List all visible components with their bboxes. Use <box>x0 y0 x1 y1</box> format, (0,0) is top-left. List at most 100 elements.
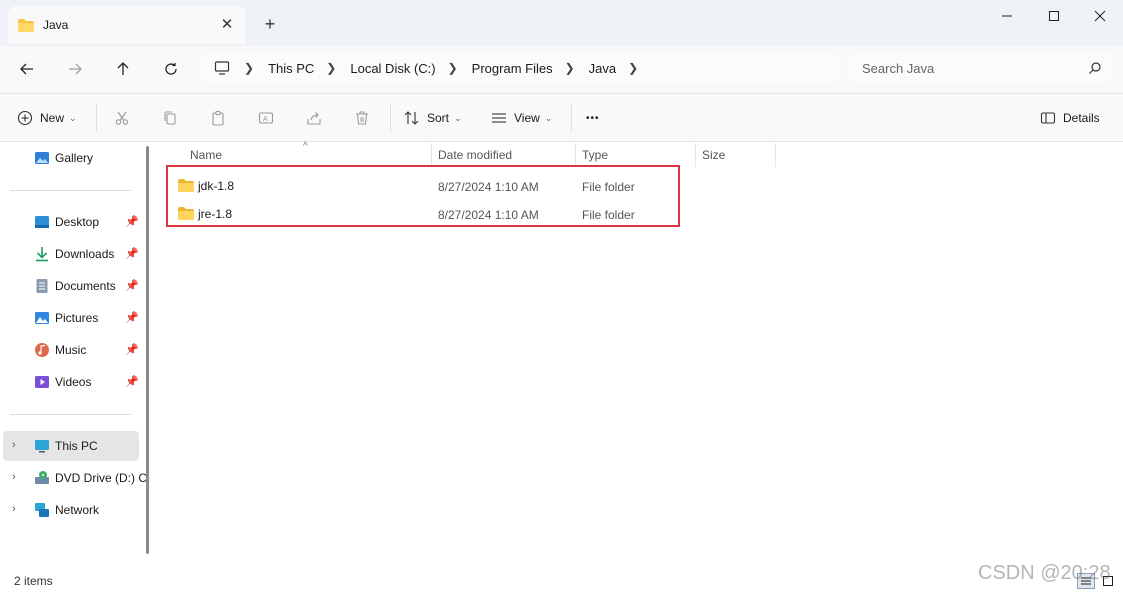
pin-icon: 📌 <box>125 344 139 356</box>
cut-icon[interactable] <box>112 108 132 128</box>
column-header-type[interactable]: Type <box>576 143 695 167</box>
delete-icon[interactable] <box>352 108 372 128</box>
sidebar-item-videos[interactable]: Videos 📌 <box>0 367 140 397</box>
divider <box>10 414 131 415</box>
details-button[interactable]: Details <box>1040 106 1100 130</box>
share-icon[interactable] <box>304 108 324 128</box>
arrow-up-icon <box>117 62 129 75</box>
sidebar-item-label: Network <box>55 503 100 517</box>
chevron-right-icon[interactable]: ❯ <box>448 61 458 75</box>
sidebar-item-label: Documents <box>55 279 116 293</box>
network-icon <box>35 503 49 517</box>
chevron-down-icon: ⌄ <box>454 112 462 123</box>
breadcrumb-java[interactable]: Java <box>589 61 616 76</box>
sidebar-item-desktop[interactable]: Desktop 📌 <box>0 207 140 237</box>
sidebar-item-dvd-drive[interactable]: › DVD Drive (D:) C <box>0 463 147 493</box>
up-button[interactable] <box>110 56 136 82</box>
sidebar-item-gallery[interactable]: Gallery <box>0 143 140 173</box>
breadcrumb-local-disk[interactable]: Local Disk (C:) <box>350 61 435 76</box>
view-list-icon <box>492 113 506 123</box>
minimize-icon <box>1002 15 1012 17</box>
copy-icon[interactable] <box>160 108 180 128</box>
chevron-down-icon: ⌄ <box>69 112 77 123</box>
refresh-icon <box>165 63 177 75</box>
gallery-icon <box>35 152 49 164</box>
computer-icon <box>214 61 230 75</box>
pin-icon: 📌 <box>125 280 139 292</box>
chevron-right-icon[interactable]: ❯ <box>628 61 638 75</box>
music-icon <box>35 343 49 357</box>
divider <box>390 104 391 132</box>
status-bar: 2 items <box>0 568 1123 592</box>
back-button[interactable] <box>14 56 40 82</box>
chevron-right-icon[interactable]: ❯ <box>565 61 575 75</box>
minimize-button[interactable] <box>995 5 1019 27</box>
search-box[interactable] <box>850 52 1112 84</box>
plus-circle-icon <box>17 110 33 126</box>
sort-label: Sort <box>427 111 450 125</box>
close-icon <box>1094 10 1106 22</box>
address-bar[interactable]: ❯ This PC ❯ Local Disk (C:) ❯ Program Fi… <box>202 52 838 84</box>
arrow-right-icon <box>69 63 82 75</box>
chevron-right-icon[interactable]: ❯ <box>326 61 336 75</box>
item-count: 2 items <box>14 574 53 588</box>
sidebar-item-pictures[interactable]: Pictures 📌 <box>0 303 140 333</box>
column-header-date[interactable]: Date modified <box>432 143 575 167</box>
sidebar-item-network[interactable]: › Network <box>0 495 140 525</box>
pin-icon: 📌 <box>125 376 139 388</box>
command-bar: New ⌄ A Sort ⌄ View ⌄ ••• Details <box>0 94 1123 142</box>
pictures-icon <box>35 312 49 324</box>
pin-icon: 📌 <box>125 216 139 228</box>
rename-icon[interactable]: A <box>256 108 276 128</box>
documents-icon <box>36 279 48 293</box>
close-tab-button[interactable]: ✕ <box>218 15 236 33</box>
address-row: ❯ This PC ❯ Local Disk (C:) ❯ Program Fi… <box>0 46 1123 94</box>
tab-java[interactable]: Java ✕ <box>8 6 246 44</box>
chevron-right-icon[interactable]: › <box>12 503 16 515</box>
new-button[interactable]: New ⌄ <box>17 106 77 130</box>
sidebar-item-label: Music <box>55 343 87 357</box>
title-bar: Java ✕ + <box>0 0 1123 46</box>
sidebar-item-label: DVD Drive (D:) C <box>55 471 147 485</box>
sidebar-item-documents[interactable]: Documents 📌 <box>0 271 140 301</box>
close-window-button[interactable] <box>1088 5 1112 27</box>
column-header-name[interactable]: Name <box>184 143 431 167</box>
see-more-button[interactable]: ••• <box>586 106 600 130</box>
sidebar-item-this-pc[interactable]: › This PC <box>3 431 139 461</box>
chevron-right-icon[interactable]: › <box>12 439 16 451</box>
view-button[interactable]: View ⌄ <box>491 106 552 130</box>
watermark: CSDN @20:28 <box>978 562 1111 584</box>
chevron-right-icon[interactable]: › <box>12 471 16 483</box>
breadcrumb-this-pc[interactable]: This PC <box>268 61 314 76</box>
chevron-down-icon: ⌄ <box>544 112 553 123</box>
arrow-left-icon <box>20 63 33 75</box>
maximize-button[interactable] <box>1042 5 1066 27</box>
new-label: New <box>40 111 65 125</box>
videos-icon <box>35 376 49 388</box>
sidebar-item-label: Videos <box>55 375 92 389</box>
file-list: ^ Name Date modified Type Size jdk-1.8 8… <box>157 141 1123 568</box>
pin-icon: 📌 <box>125 248 139 260</box>
divider <box>571 104 572 132</box>
search-input[interactable] <box>862 60 1072 76</box>
search-icon[interactable] <box>1088 61 1102 75</box>
new-tab-button[interactable]: + <box>260 14 280 34</box>
highlight-box <box>166 165 680 227</box>
divider <box>10 190 131 191</box>
sidebar-item-label: This PC <box>55 439 98 453</box>
paste-icon[interactable] <box>208 108 228 128</box>
forward-button[interactable] <box>62 56 88 82</box>
chevron-right-icon: ❯ <box>244 61 255 75</box>
breadcrumb-program-files[interactable]: Program Files <box>472 61 553 76</box>
sort-button[interactable]: Sort ⌄ <box>404 106 462 130</box>
desktop-icon <box>35 216 49 228</box>
sidebar-item-downloads[interactable]: Downloads 📌 <box>0 239 140 269</box>
sidebar-item-music[interactable]: Music 📌 <box>0 335 140 365</box>
sidebar-scrollbar[interactable] <box>146 146 149 554</box>
refresh-button[interactable] <box>158 56 184 82</box>
column-header-size[interactable]: Size <box>696 143 775 167</box>
folder-icon <box>18 18 34 32</box>
sidebar-item-label: Desktop <box>55 215 100 229</box>
view-label: View <box>514 111 540 125</box>
column-divider[interactable] <box>775 143 776 167</box>
